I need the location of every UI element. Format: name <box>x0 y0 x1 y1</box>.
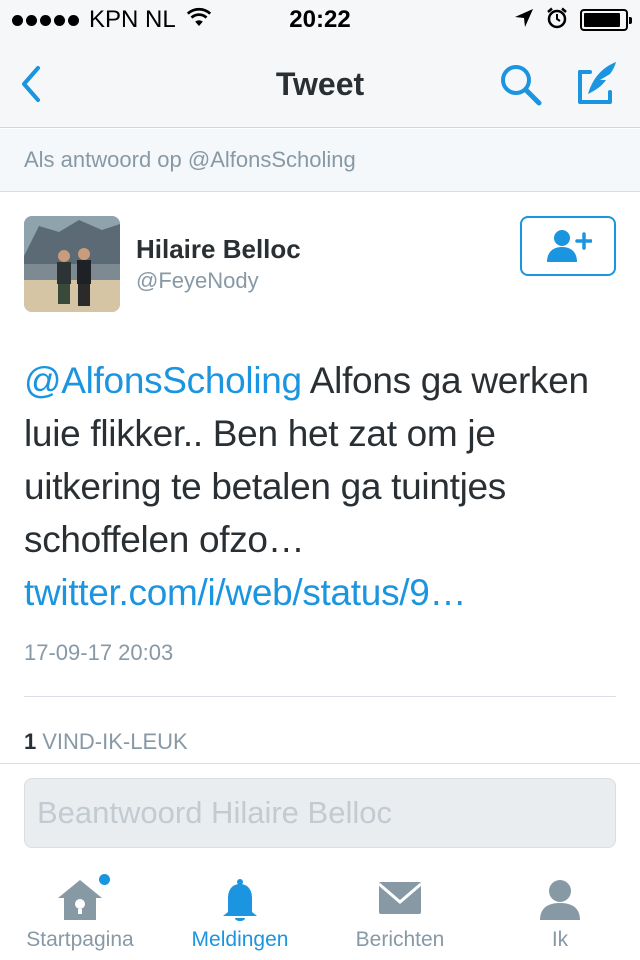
likes-count[interactable]: 1 VIND-IK-LEUK <box>24 729 188 755</box>
add-user-icon <box>547 230 592 262</box>
tweet-timestamp: 17-09-17 20:03 <box>24 640 174 665</box>
divider <box>24 696 616 697</box>
status-link[interactable]: twitter.com/i/web/status/9… <box>24 572 467 613</box>
envelope-icon <box>378 878 422 923</box>
tab-label: Ik <box>551 928 569 951</box>
profile-photo-image <box>24 216 120 312</box>
navigation-bar: Tweet <box>0 40 640 128</box>
battery-level <box>584 13 620 27</box>
divider <box>0 763 640 764</box>
status-right <box>514 7 632 34</box>
battery-icon <box>580 9 632 31</box>
tab-bar: Startpagina Meldingen Berichten Ik <box>0 860 640 960</box>
tweet-text: @AlfonsScholing Alfons ga werken luie fl… <box>24 354 624 619</box>
tab-label: Startpagina <box>26 928 134 951</box>
alarm-clock-icon <box>546 7 568 34</box>
home-icon <box>56 874 110 927</box>
page-title: Tweet <box>275 66 365 102</box>
search-icon <box>501 65 542 106</box>
person-icon <box>538 878 582 927</box>
notification-dot <box>99 874 110 885</box>
search-button[interactable] <box>498 62 544 108</box>
reply-context-banner[interactable]: Als antwoord op @AlfonsScholing <box>0 129 640 192</box>
status-bar: KPN NL 20:22 <box>0 0 640 40</box>
tab-messages[interactable]: Berichten <box>320 860 480 960</box>
tab-label: Berichten <box>355 928 445 951</box>
author-name[interactable]: Hilaire Belloc <box>136 234 301 265</box>
tab-label: Meldingen <box>191 928 289 951</box>
mention-link[interactable]: @AlfonsScholing <box>24 360 302 401</box>
author-handle[interactable]: @FeyeNody <box>136 268 259 294</box>
compose-tweet-icon <box>578 62 616 104</box>
follow-button[interactable] <box>520 216 616 276</box>
tab-home[interactable]: Startpagina <box>0 860 160 960</box>
tab-notifications[interactable]: Meldingen <box>160 860 320 960</box>
like-count-value: 1 <box>24 729 37 754</box>
location-arrow-icon <box>514 8 534 33</box>
compose-tweet-button[interactable] <box>572 60 620 108</box>
reply-input[interactable] <box>24 778 616 848</box>
bell-icon <box>220 878 260 929</box>
tab-me[interactable]: Ik <box>480 860 640 960</box>
like-count-label: VIND-IK-LEUK <box>42 729 188 754</box>
avatar[interactable] <box>24 216 120 312</box>
